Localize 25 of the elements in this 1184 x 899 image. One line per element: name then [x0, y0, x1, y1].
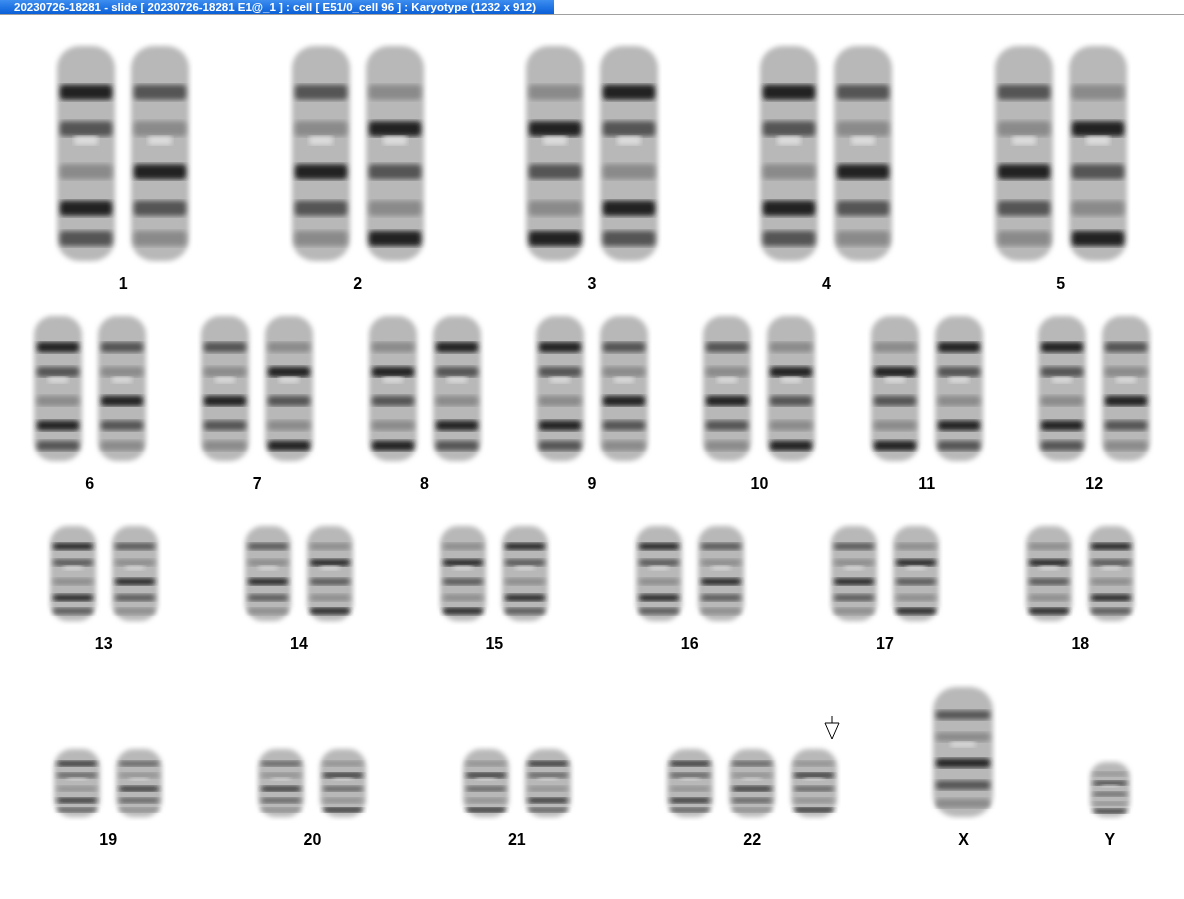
- chromosome-number: 14: [290, 635, 308, 653]
- chromosome-number: 17: [876, 635, 894, 653]
- chromosome-number: 8: [420, 475, 429, 493]
- chromosome-number: 13: [94, 635, 113, 653]
- chromosome-number: 15: [485, 635, 504, 653]
- chromosome-number: 7: [252, 475, 262, 493]
- chromosome-number: 2: [353, 275, 363, 293]
- chromosome-number: 1: [118, 275, 128, 293]
- chromosome-number: 22: [743, 831, 762, 849]
- chromosome-number: 18: [1071, 635, 1090, 653]
- chromosome-number: 5: [1056, 275, 1066, 293]
- chromosome-number: Y: [1104, 831, 1116, 849]
- chromosome-number: 21: [507, 831, 526, 849]
- chromosome-number: 11: [918, 475, 936, 493]
- chromosome-number: 6: [85, 475, 95, 493]
- chromosome-number: 12: [1085, 475, 1104, 493]
- chromosome-number: 3: [587, 275, 597, 293]
- chromosome-number: 10: [750, 475, 769, 493]
- chromosome-number: 4: [821, 275, 831, 293]
- chromosome-number: 19: [99, 831, 118, 849]
- chromosome-number: 9: [587, 475, 597, 493]
- chromosome-number: 16: [680, 635, 699, 653]
- chromosome-number: X: [958, 831, 969, 849]
- chromosome-number: 20: [303, 831, 322, 849]
- window-title: 20230726-18281 - slide [ 20230726-18281 E1@_1 ] : cell [ E51/0_cell 96 ] : Karyotype (1232 x 912): [0, 0, 555, 14]
